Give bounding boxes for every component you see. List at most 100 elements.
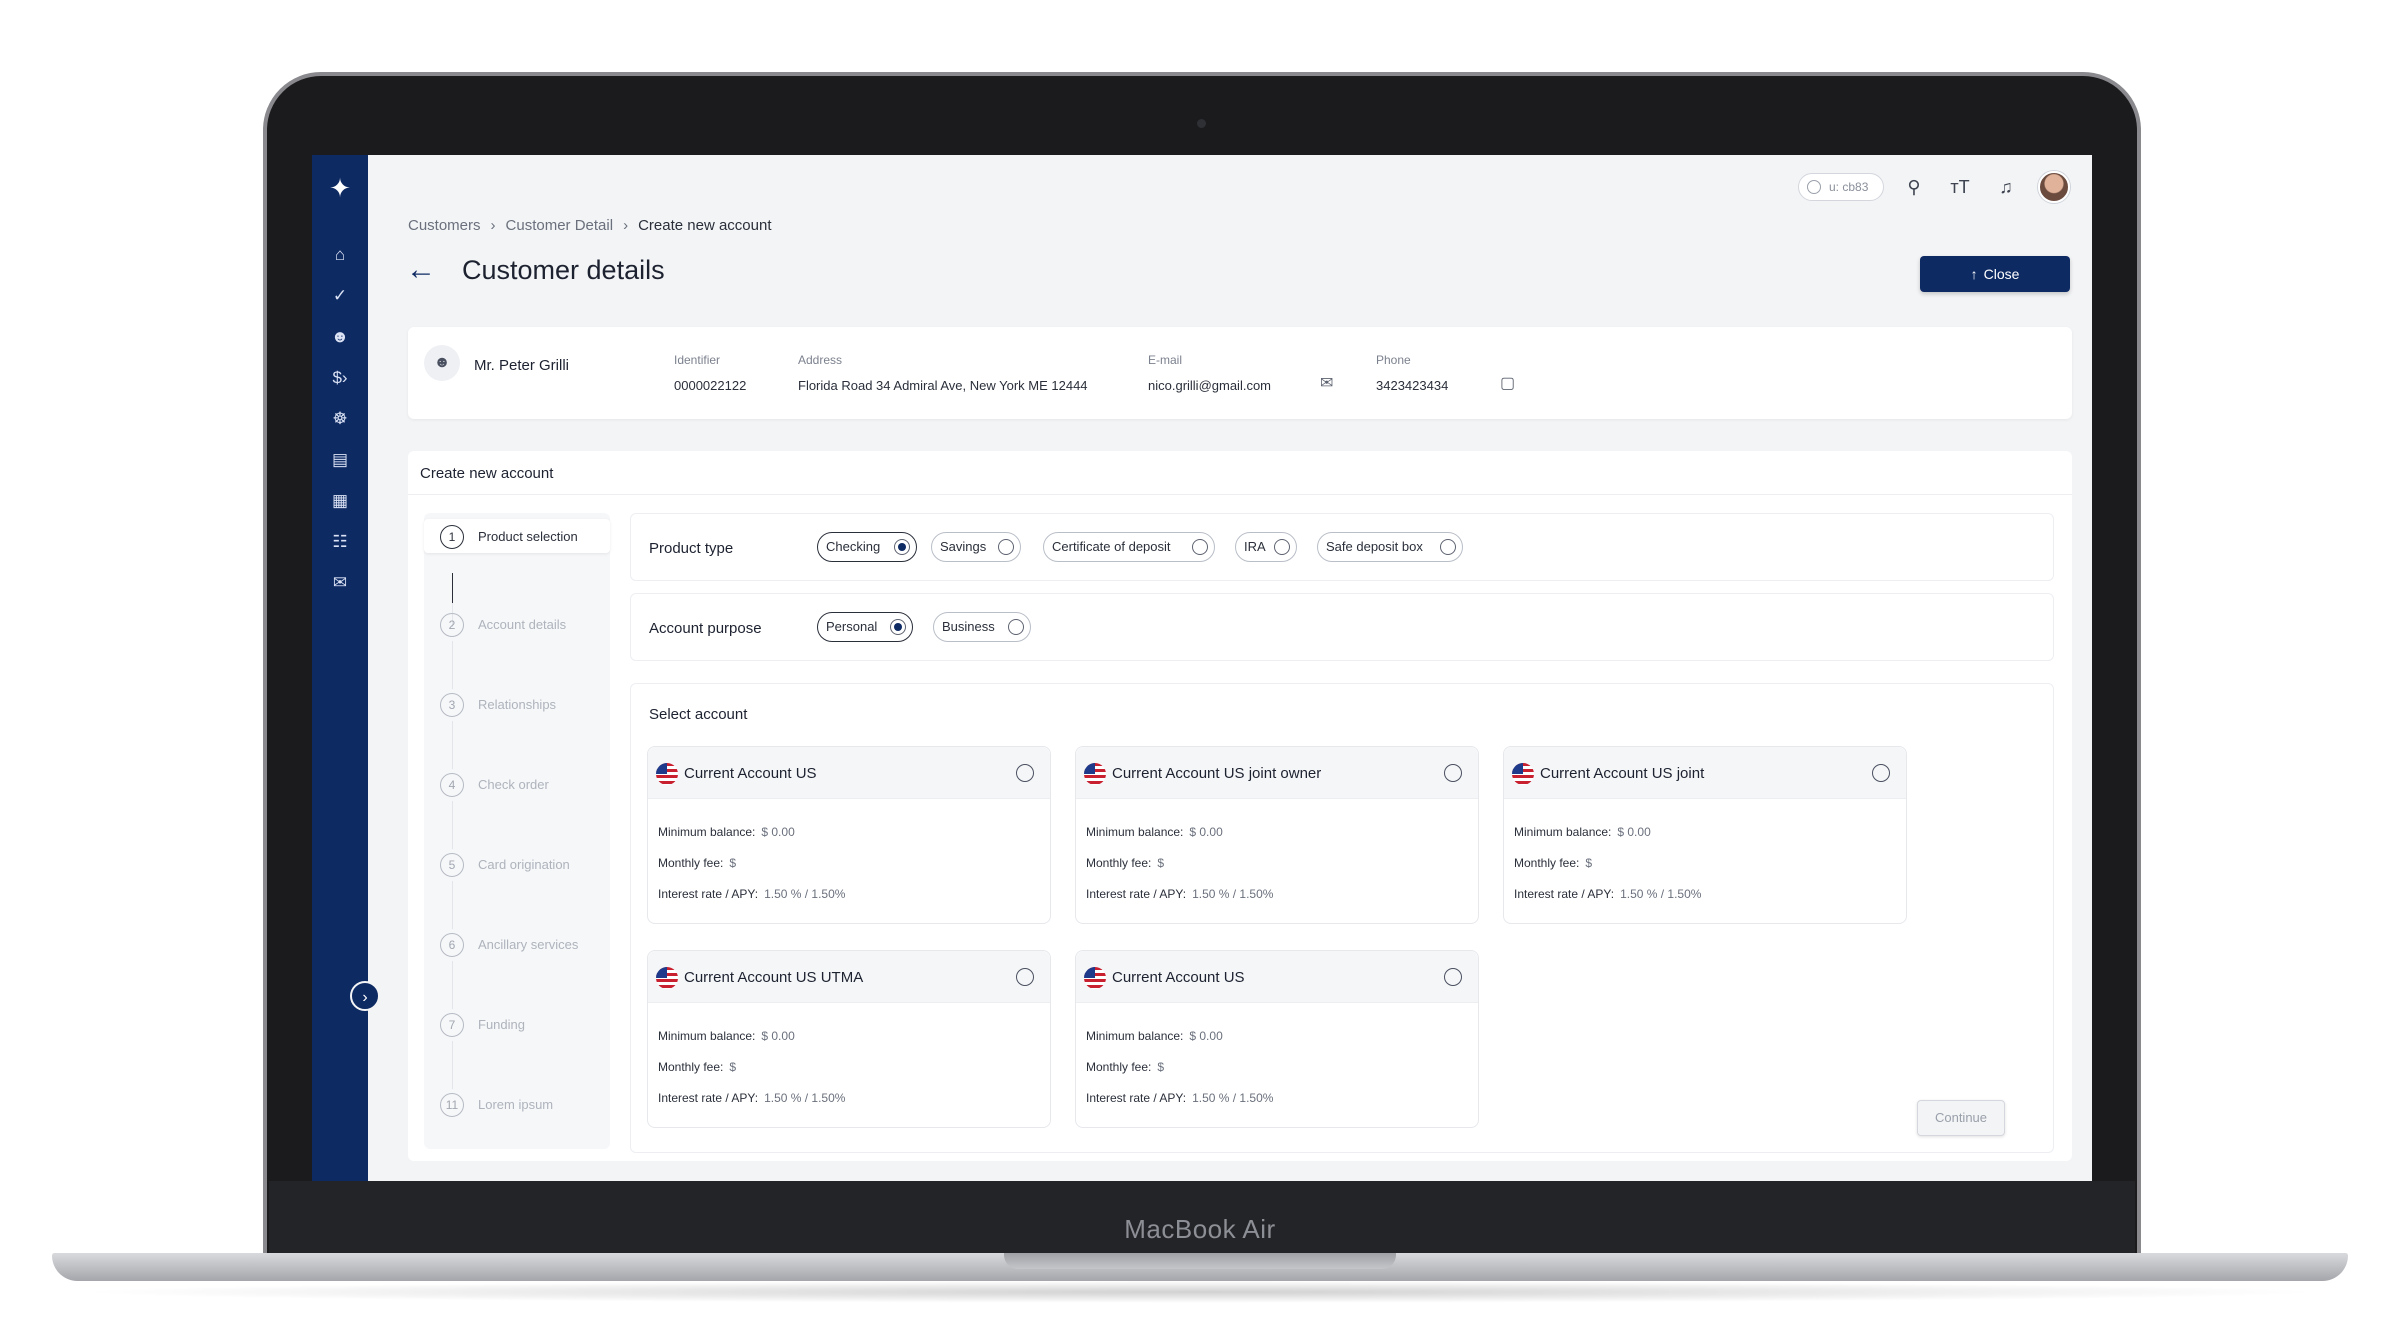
step-label: Check order (478, 777, 549, 792)
step-connector (452, 801, 453, 849)
step-account-details[interactable]: 2 Account details (424, 607, 610, 641)
account-card[interactable]: Current Account US UTMA Minimum balance:… (647, 950, 1051, 1128)
back-arrow-icon[interactable]: ← (406, 255, 436, 285)
interest-rate-line: Interest rate / APY: 1.50 % / 1.50% (1514, 887, 1702, 901)
home-icon[interactable]: ⌂ (326, 241, 354, 269)
grid-icon[interactable]: ▦ (326, 487, 354, 515)
breadcrumb-customers[interactable]: Customers (408, 217, 481, 234)
dollar-icon[interactable]: $› (326, 364, 354, 392)
chip-label: Safe deposit box (1326, 539, 1423, 554)
us-flag-icon (656, 763, 678, 785)
account-card-header: Current Account US joint (1504, 747, 1906, 799)
account-radio[interactable] (1444, 764, 1462, 782)
us-flag-icon (1084, 967, 1106, 989)
avatar[interactable] (2038, 171, 2070, 203)
chip-label: Personal (826, 619, 878, 634)
account-card[interactable]: Current Account US joint Minimum balance… (1503, 746, 1907, 924)
chip-certificate-of-deposit[interactable]: Certificate of deposit (1043, 532, 1215, 562)
chip-label: IRA (1244, 539, 1266, 554)
monthly-fee-line: Monthly fee: $ (658, 856, 737, 870)
radio-icon (1008, 619, 1024, 635)
chip-savings[interactable]: Savings (931, 532, 1021, 562)
account-radio[interactable] (1016, 968, 1034, 986)
docs-icon[interactable]: ☷ (326, 528, 354, 556)
chip-ira[interactable]: IRA (1235, 532, 1297, 562)
account-name: Current Account US joint (1540, 765, 1705, 782)
check-icon[interactable]: ✓ (326, 282, 354, 310)
step-funding[interactable]: 7 Funding (424, 1007, 610, 1041)
step-label: Lorem ipsum (478, 1097, 554, 1112)
account-card[interactable]: Current Account US Minimum balance: $ 0.0… (647, 746, 1051, 924)
radio-icon (894, 539, 910, 555)
sidebar-expand-button[interactable]: › (350, 981, 380, 1011)
radio-icon (1192, 539, 1208, 555)
account-purpose-row: Account purpose Personal Business (630, 593, 2054, 661)
account-radio[interactable] (1444, 968, 1462, 986)
user-chip-label: u: cb83 (1829, 180, 1869, 194)
select-account-title: Select account (649, 706, 748, 723)
step-connector (452, 881, 453, 929)
continue-button[interactable]: Continue (1917, 1100, 2005, 1136)
chip-label: Business (942, 619, 995, 634)
panel-title: Create new account (420, 465, 554, 482)
step-label: Funding (478, 1017, 525, 1032)
step-number: 6 (440, 933, 464, 957)
group-icon[interactable]: ☸ (326, 405, 354, 433)
chip-personal[interactable]: Personal (817, 612, 913, 642)
account-card[interactable]: Current Account US Minimum balance: $ 0.0… (1075, 950, 1479, 1128)
step-relationships[interactable]: 3 Relationships (424, 687, 610, 721)
chip-safe-deposit-box[interactable]: Safe deposit box (1317, 532, 1463, 562)
interest-rate-line: Interest rate / APY: 1.50 % / 1.50% (658, 1091, 846, 1105)
bell-icon[interactable]: ♫ (1992, 173, 2020, 201)
globe-logo-icon[interactable]: ✦ (325, 173, 355, 203)
stepper: 1 Product selection 2 Account details 3 … (424, 513, 610, 1149)
step-connector (452, 961, 453, 1009)
step-lorem-ipsum[interactable]: 11 Lorem ipsum (424, 1087, 610, 1121)
us-flag-icon (656, 967, 678, 989)
monthly-fee-line: Monthly fee: $ (1514, 856, 1593, 870)
monthly-fee-line: Monthly fee: $ (1086, 1060, 1165, 1074)
step-number: 7 (440, 1013, 464, 1037)
account-card-header: Current Account US UTMA (648, 951, 1050, 1003)
person-icon[interactable]: ☻ (326, 323, 354, 351)
min-balance-line: Minimum balance: $ 0.00 (1514, 825, 1651, 839)
step-label: Product selection (478, 529, 578, 544)
step-card-origination[interactable]: 5 Card origination (424, 847, 610, 881)
interest-rate-line: Interest rate / APY: 1.50 % / 1.50% (1086, 1091, 1274, 1105)
step-number: 5 (440, 853, 464, 877)
chip-checking[interactable]: Checking (817, 532, 917, 562)
monthly-fee-line: Monthly fee: $ (1086, 856, 1165, 870)
message-icon[interactable]: ▢ (1500, 373, 1515, 393)
identifier-value: 0000022122 (674, 378, 747, 393)
step-check-order[interactable]: 4 Check order (424, 767, 610, 801)
close-button[interactable]: ↑ Close (1920, 256, 2070, 292)
phone-value: 3423423434 (1376, 378, 1449, 393)
step-label: Account details (478, 617, 567, 632)
account-radio[interactable] (1872, 764, 1890, 782)
person-icon: ☻ (424, 345, 460, 381)
step-ancillary-services[interactable]: 6 Ancillary services (424, 927, 610, 961)
us-flag-icon (1084, 763, 1106, 785)
account-name: Current Account US (684, 765, 817, 782)
address-field: Address Florida Road 34 Admiral Ave, New… (798, 353, 1088, 393)
account-card[interactable]: Current Account US joint owner Minimum b… (1075, 746, 1479, 924)
account-card-header: Current Account US joint owner (1076, 747, 1478, 799)
min-balance-line: Minimum balance: $ 0.00 (1086, 825, 1223, 839)
search-icon[interactable]: ⚲ (1900, 173, 1928, 201)
text-size-icon[interactable]: ᴛT (1946, 173, 1974, 201)
step-product-selection[interactable]: 1 Product selection (424, 519, 610, 553)
customer-card: ☻ Mr. Peter Grilli Identifier 0000022122… (408, 327, 2072, 419)
user-chip[interactable]: u: cb83 (1798, 173, 1884, 201)
chip-business[interactable]: Business (933, 612, 1031, 642)
laptop-shadow (70, 1281, 2330, 1303)
account-radio[interactable] (1016, 764, 1034, 782)
chat-icon[interactable]: ✉ (326, 569, 354, 597)
chip-label: Checking (826, 539, 881, 554)
radio-icon (1274, 539, 1290, 555)
step-connector (452, 1041, 453, 1089)
interest-rate-line: Interest rate / APY: 1.50 % / 1.50% (1086, 887, 1274, 901)
mail-icon[interactable]: ✉ (1320, 373, 1333, 393)
us-flag-icon (1512, 763, 1534, 785)
card-icon[interactable]: ▤ (326, 446, 354, 474)
breadcrumb-customer-detail[interactable]: Customer Detail (506, 217, 614, 234)
